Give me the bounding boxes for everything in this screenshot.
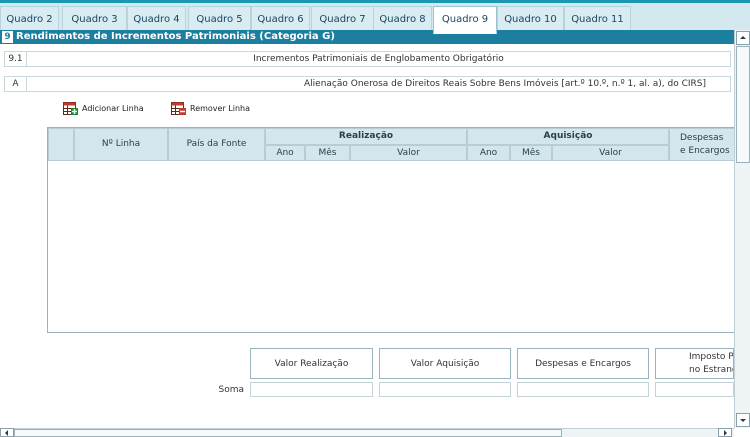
group-header-aquisicao: Aquisição	[467, 128, 669, 145]
tab-quadro-5[interactable]: Quadro 5	[188, 6, 251, 33]
column-header-country: País da Fonte	[168, 128, 265, 161]
arrow-left-icon	[5, 430, 8, 436]
remove-line-button[interactable]: Remover Linha	[171, 102, 261, 116]
section-number: 9	[2, 31, 13, 43]
tab-quadro-3[interactable]: Quadro 3	[62, 6, 127, 33]
total-imposto-header: Imposto Pago no Estrangeiro	[655, 348, 734, 379]
arrow-down-icon	[740, 419, 746, 422]
column-header-aquisicao-valor: Valor	[552, 145, 669, 161]
total-valor-aquisicao-header: Valor Aquisição	[379, 348, 511, 379]
incrementos-table: Nº Linha País da Fonte Realização Ano Mê…	[47, 127, 750, 333]
add-line-label: Adicionar Linha	[82, 104, 144, 113]
scroll-down-button[interactable]	[736, 413, 750, 427]
subsection-9-1-row: 9.1 Incrementos Patrimoniais de Englobam…	[4, 51, 731, 67]
section-title: Rendimentos de Incrementos Patrimoniais …	[16, 31, 335, 42]
table-body[interactable]	[48, 162, 750, 332]
horizontal-scroll-thumb[interactable]	[14, 429, 562, 437]
soma-valor-realizacao-field[interactable]	[250, 382, 373, 397]
add-line-button[interactable]: Adicionar Linha	[63, 102, 153, 116]
tab-quadro-2[interactable]: Quadro 2	[0, 6, 59, 33]
tab-quadro-9[interactable]: Quadro 9	[433, 6, 497, 34]
remove-line-label: Remover Linha	[190, 104, 251, 113]
tab-quadro-7[interactable]: Quadro 7	[311, 6, 374, 33]
add-row-icon	[63, 102, 78, 115]
quadro-9-window: Quadro 2 Quadro 3 Quadro 4 Quadro 5 Quad…	[0, 0, 750, 437]
subsection-a-row: A Alienação Onerosa de Direitos Reais So…	[4, 76, 731, 92]
subsection-a-title: Alienação Onerosa de Direitos Reais Sobr…	[304, 79, 706, 89]
column-header-realizacao-ano: Ano	[265, 145, 305, 161]
vertical-scroll-thumb[interactable]	[736, 46, 750, 163]
vertical-scrollbar[interactable]	[734, 30, 750, 428]
subsection-letter: A	[5, 77, 27, 91]
tab-quadro-4[interactable]: Quadro 4	[127, 6, 186, 33]
scroll-up-button[interactable]	[736, 31, 750, 45]
total-despesas-header: Despesas e Encargos	[517, 348, 649, 379]
tab-quadro-10[interactable]: Quadro 10	[497, 6, 564, 33]
subsection-number: 9.1	[5, 52, 27, 66]
tab-quadro-8[interactable]: Quadro 8	[373, 6, 432, 33]
remove-row-icon	[171, 102, 186, 115]
scroll-left-button[interactable]	[0, 428, 14, 437]
imposto-header-line-2: no Estrangeiro	[689, 365, 733, 375]
column-header-realizacao-valor: Valor	[350, 145, 467, 161]
column-header-realizacao-mes: Mês	[305, 145, 350, 161]
column-header-aquisicao-ano: Ano	[467, 145, 510, 161]
soma-imposto-field[interactable]	[655, 382, 734, 397]
arrow-right-icon	[724, 430, 727, 436]
column-header-aquisicao-mes: Mês	[510, 145, 552, 161]
section-header: 9 Rendimentos de Incrementos Patrimoniai…	[0, 30, 734, 44]
column-header-line-number: Nº Linha	[74, 128, 168, 161]
total-valor-realizacao-header: Valor Realização	[250, 348, 373, 379]
horizontal-scrollbar[interactable]	[0, 428, 734, 437]
quadro-tab-bar: Quadro 2 Quadro 3 Quadro 4 Quadro 5 Quad…	[0, 0, 750, 34]
tab-quadro-11[interactable]: Quadro 11	[564, 6, 631, 33]
row-selector-header	[48, 128, 74, 161]
scroll-right-button[interactable]	[718, 428, 732, 437]
soma-label: Soma	[218, 385, 244, 395]
subsection-title: Incrementos Patrimoniais de Englobamento…	[253, 54, 504, 64]
soma-valor-aquisicao-field[interactable]	[379, 382, 511, 397]
soma-despesas-field[interactable]	[517, 382, 649, 397]
arrow-up-icon	[740, 36, 746, 39]
imposto-header-line-1: Imposto Pago	[689, 352, 734, 362]
tab-quadro-6[interactable]: Quadro 6	[251, 6, 310, 33]
group-header-realizacao: Realização	[265, 128, 467, 145]
